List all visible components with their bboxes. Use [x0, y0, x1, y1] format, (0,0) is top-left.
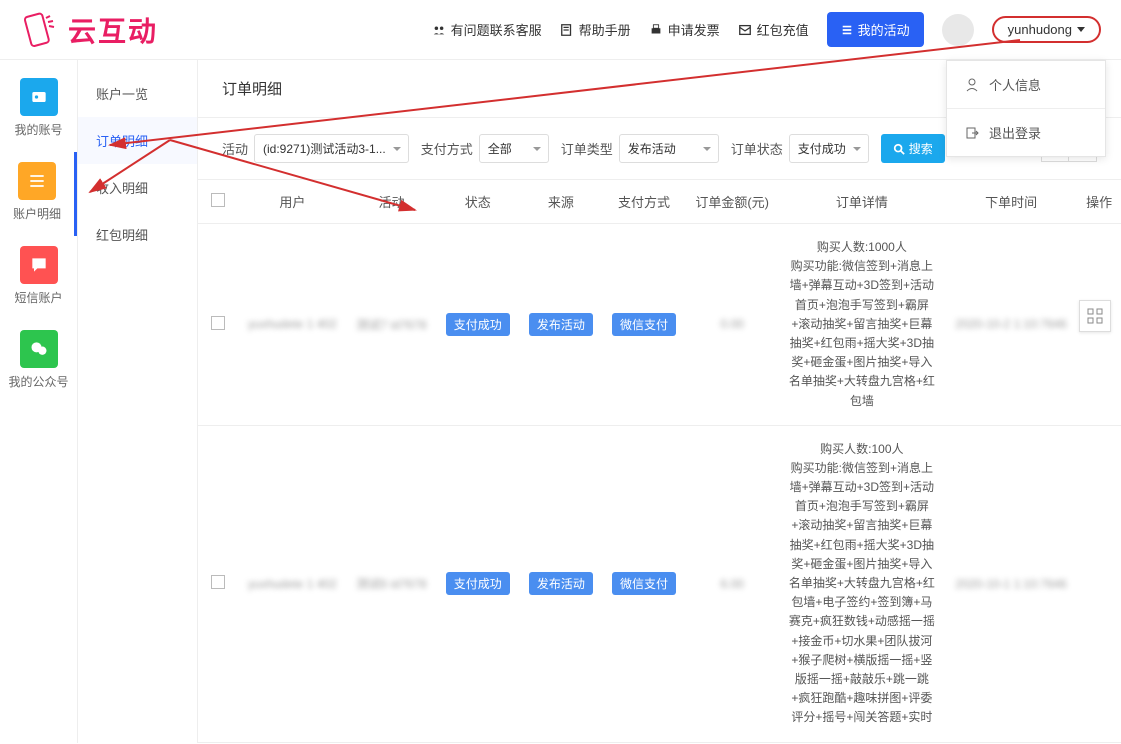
logout-menu-item[interactable]: 退出登录 — [947, 109, 1105, 156]
ordertype-filter-label: 订单类型 — [561, 139, 613, 158]
avatar[interactable] — [942, 14, 974, 46]
logo[interactable]: 云互动 — [20, 10, 158, 50]
contact-icon — [432, 23, 446, 37]
submenu-overview[interactable]: 账户一览 — [78, 70, 197, 117]
user-icon — [965, 78, 979, 92]
paymethod-filter-select[interactable]: 全部 — [479, 134, 549, 163]
row-checkbox[interactable] — [211, 316, 225, 330]
submenu-income-detail[interactable]: 收入明细 — [78, 164, 197, 211]
sidebar-item-wechat[interactable]: 我的公众号 — [0, 320, 77, 404]
details-cell: 购买人数:100人购买功能:微信签到+消息上墙+弹幕互动+3D签到+活动首页+泡… — [779, 425, 945, 742]
details-cell: 购买人数:1000人购买功能:微信签到+消息上墙+弹幕互动+3D签到+活动首页+… — [779, 224, 945, 426]
header-nav: 有问题联系客服 帮助手册 申请发票 红包充值 我的活动 yunhudong — [432, 12, 1101, 47]
activity-cell: 测试6 id7678 — [356, 577, 426, 591]
my-activities-button[interactable]: 我的活动 — [827, 12, 924, 47]
logo-icon — [20, 10, 60, 50]
ordertype-filter-select[interactable]: 发布活动 — [619, 134, 719, 163]
time-cell: 2020-10-2 1:10:7646 — [955, 317, 1066, 331]
sms-icon — [20, 246, 58, 284]
action-cell — [1077, 425, 1121, 742]
amount-cell: 0.00 — [720, 317, 743, 331]
source-badge: 发布活动 — [529, 572, 593, 595]
invoice-link[interactable]: 申请发票 — [649, 20, 720, 39]
paymethod-badge: 微信支付 — [612, 572, 676, 595]
activity-filter-label: 活动 — [222, 139, 248, 158]
table-row: yuxhudete 1 402 测试7 id7678 支付成功 发布活动 微信支… — [198, 224, 1121, 426]
help-link[interactable]: 帮助手册 — [560, 20, 631, 39]
user-dropdown-menu: 个人信息 退出登录 — [946, 60, 1106, 157]
list-icon — [841, 24, 853, 36]
qr-float-button[interactable] — [1079, 300, 1111, 332]
print-icon — [649, 23, 663, 37]
account-icon — [20, 78, 58, 116]
sidebar-item-account-detail[interactable]: 账户明细 — [0, 152, 77, 236]
profile-menu-item[interactable]: 个人信息 — [947, 61, 1105, 108]
caret-icon — [1077, 27, 1085, 32]
amount-cell: 6.00 — [720, 577, 743, 591]
brand-text: 云互动 — [68, 10, 158, 50]
search-button[interactable]: 搜索 — [881, 134, 945, 163]
logout-icon — [965, 126, 979, 140]
status-badge: 支付成功 — [446, 572, 510, 595]
paymethod-filter-label: 支付方式 — [421, 139, 473, 158]
sidebar-item-sms[interactable]: 短信账户 — [0, 236, 77, 320]
submenu-order-detail[interactable]: 订单明细 — [78, 117, 197, 164]
user-cell: yuxhudete 1 402 — [248, 577, 337, 591]
qr-icon — [1087, 308, 1103, 324]
paymethod-badge: 微信支付 — [612, 313, 676, 336]
source-badge: 发布活动 — [529, 313, 593, 336]
main-content: 订单明细 活动 (id:9271)测试活动3-1... 支付方式 全部 订单类型… — [198, 60, 1121, 743]
orders-table: 用户 活动 状态 来源 支付方式 订单金额(元) 订单详情 下单时间 操作 yu… — [198, 179, 1121, 743]
envelope-icon — [738, 23, 752, 37]
table-row: yuxhudete 1 402 测试6 id7678 支付成功 发布活动 微信支… — [198, 425, 1121, 742]
time-cell: 2020-10-1 1:10:7646 — [955, 577, 1066, 591]
sidebar-item-account[interactable]: 我的账号 — [0, 68, 77, 152]
username: yunhudong — [1008, 22, 1072, 37]
orderstatus-filter-label: 订单状态 — [731, 139, 783, 158]
detail-icon — [18, 162, 56, 200]
table-header-row: 用户 活动 状态 来源 支付方式 订单金额(元) 订单详情 下单时间 操作 — [198, 180, 1121, 224]
activity-filter-select[interactable]: (id:9271)测试活动3-1... — [254, 134, 409, 163]
row-checkbox[interactable] — [211, 575, 225, 589]
activity-cell: 测试7 id7678 — [356, 318, 426, 332]
select-all-checkbox[interactable] — [211, 193, 225, 207]
user-dropdown[interactable]: yunhudong — [992, 16, 1101, 43]
recharge-link[interactable]: 红包充值 — [738, 20, 809, 39]
user-cell: yuxhudete 1 402 — [248, 317, 337, 331]
submenu-redpacket-detail[interactable]: 红包明细 — [78, 211, 197, 258]
wechat-icon — [20, 330, 58, 368]
search-icon — [893, 143, 905, 155]
submenu: 账户一览 订单明细 收入明细 红包明细 — [78, 60, 198, 743]
header: 云互动 有问题联系客服 帮助手册 申请发票 红包充值 我的活动 yunhudon… — [0, 0, 1121, 60]
contact-link[interactable]: 有问题联系客服 — [432, 20, 542, 39]
orderstatus-filter-select[interactable]: 支付成功 — [789, 134, 869, 163]
book-icon — [560, 23, 574, 37]
sidebar: 我的账号 账户明细 短信账户 我的公众号 — [0, 60, 78, 743]
status-badge: 支付成功 — [446, 313, 510, 336]
